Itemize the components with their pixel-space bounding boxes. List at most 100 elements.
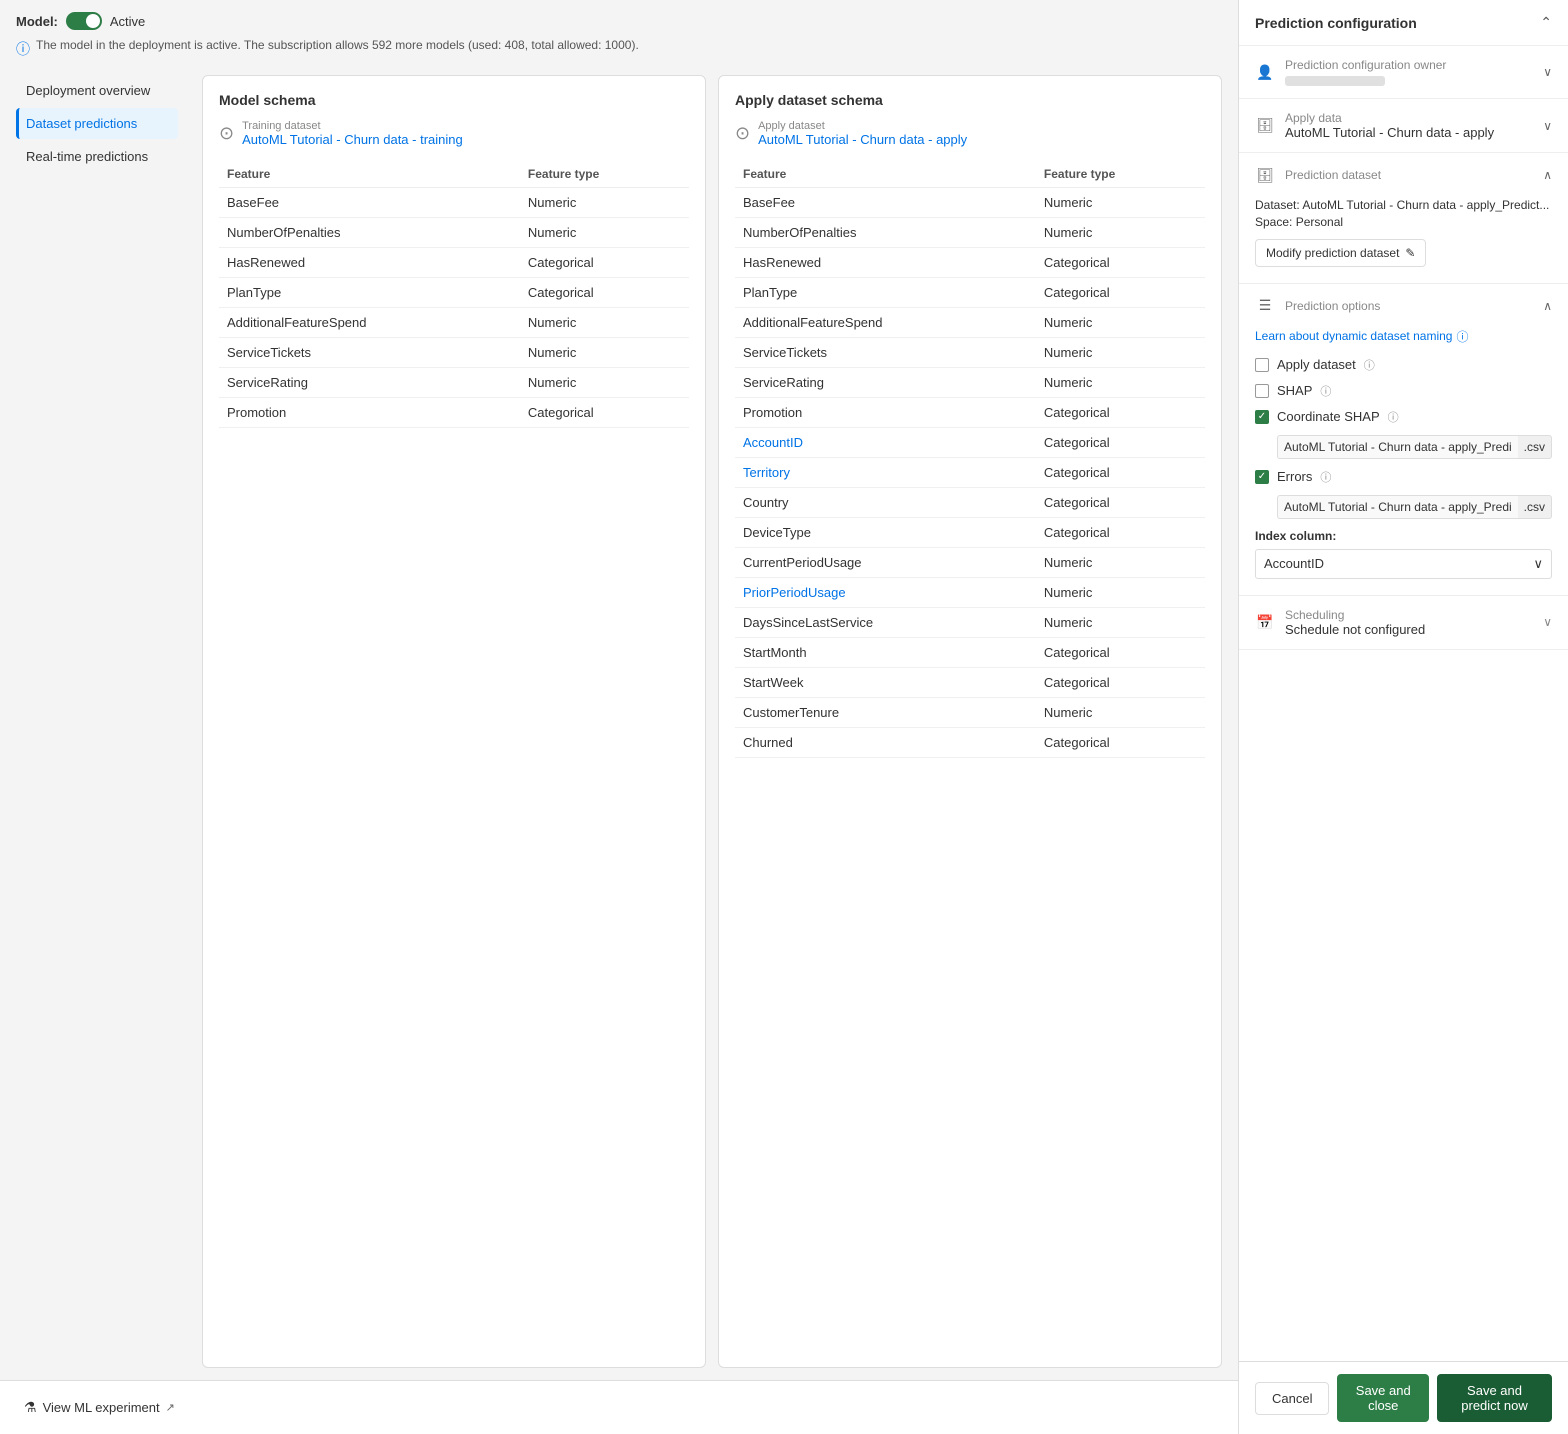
apply-dataset-label: Apply dataset: [758, 120, 967, 132]
errors-label: Errors: [1277, 469, 1312, 484]
apply-data-label: Apply data: [1285, 111, 1535, 125]
model-status: Active: [110, 14, 145, 29]
edit-icon: ✎: [1405, 246, 1415, 260]
feature-cell: ServiceRating: [219, 368, 520, 398]
table-row: CountryCategorical: [735, 488, 1205, 518]
shap-checkbox[interactable]: [1255, 384, 1269, 398]
coordinate-shap-input[interactable]: [1277, 435, 1518, 459]
view-experiment-button[interactable]: ⚗ View ML experiment ↗: [16, 1393, 183, 1422]
option-shap: SHAP ⓘ: [1255, 383, 1552, 399]
owner-section-header[interactable]: 👤 Prediction configuration owner ∨: [1239, 46, 1568, 98]
index-column-section: Index column: AccountID ∨: [1255, 529, 1552, 579]
errors-checkbox[interactable]: ✓: [1255, 470, 1269, 484]
type-cell: Numeric: [520, 218, 689, 248]
prediction-dataset-expanded: Dataset: AutoML Tutorial - Churn data - …: [1239, 197, 1568, 283]
table-row: PromotionCategorical: [219, 398, 689, 428]
scheduling-section: 📅 Scheduling Schedule not configured ∨: [1239, 596, 1568, 650]
coordinate-shap-checkbox[interactable]: ✓: [1255, 410, 1269, 424]
sidebar-item-real-time-predictions[interactable]: Real-time predictions: [16, 141, 178, 172]
apply-data-header[interactable]: 🗄 Apply data AutoML Tutorial - Churn dat…: [1239, 99, 1568, 152]
table-row: HasRenewedCategorical: [219, 248, 689, 278]
database-apply-icon: 🗄: [1255, 116, 1275, 136]
model-dataset-info: Training dataset AutoML Tutorial - Churn…: [242, 120, 463, 147]
table-row: StartMonthCategorical: [735, 638, 1205, 668]
feature-cell: AccountID: [735, 428, 1036, 458]
table-row: BaseFeeNumeric: [219, 188, 689, 218]
prediction-options-section: ☰ Prediction options ∧ Learn about dynam…: [1239, 284, 1568, 596]
option-coordinate-shap: ✓ Coordinate SHAP ⓘ: [1255, 409, 1552, 425]
owner-content: Prediction configuration owner: [1285, 58, 1535, 86]
sidebar-item-dataset-predictions[interactable]: Dataset predictions: [16, 108, 178, 139]
modify-prediction-dataset-button[interactable]: Modify prediction dataset ✎: [1255, 239, 1426, 267]
table-row: ServiceRatingNumeric: [219, 368, 689, 398]
table-row: ServiceTicketsNumeric: [735, 338, 1205, 368]
type-cell: Categorical: [1036, 638, 1205, 668]
type-cell: Categorical: [1036, 398, 1205, 428]
index-value: AccountID: [1264, 556, 1324, 571]
chevron-down-icon: ∨: [1533, 556, 1543, 572]
feature-cell: Promotion: [735, 398, 1036, 428]
flask-icon: ⚗: [24, 1399, 37, 1416]
table-row: BaseFeeNumeric: [735, 188, 1205, 218]
errors-input-row: .csv: [1277, 495, 1552, 519]
save-and-close-button[interactable]: Save and close: [1337, 1374, 1429, 1422]
info-bar: ⓘ The model in the deployment is active.…: [16, 38, 1222, 59]
model-status-bar: Model: Active: [16, 12, 1222, 30]
type-cell: Numeric: [1036, 218, 1205, 248]
apply-data-content: Apply data AutoML Tutorial - Churn data …: [1285, 111, 1535, 140]
apply-dataset-info-icon: ⓘ: [1364, 357, 1375, 373]
feature-cell: ServiceTickets: [219, 338, 520, 368]
options-icon: ☰: [1255, 296, 1275, 316]
type-cell: Numeric: [1036, 338, 1205, 368]
type-cell: Numeric: [520, 338, 689, 368]
model-toggle[interactable]: [66, 12, 102, 30]
type-cell: Categorical: [520, 398, 689, 428]
index-column-select[interactable]: AccountID ∨: [1255, 549, 1552, 579]
cancel-button[interactable]: Cancel: [1255, 1382, 1329, 1415]
bottom-bar: ⚗ View ML experiment ↗: [0, 1380, 1238, 1434]
table-row: PriorPeriodUsageNumeric: [735, 578, 1205, 608]
model-label: Model:: [16, 14, 58, 29]
save-and-predict-button[interactable]: Save and predict now: [1437, 1374, 1552, 1422]
table-row: ChurnedCategorical: [735, 728, 1205, 758]
table-row: PlanTypeCategorical: [219, 278, 689, 308]
scheduling-content: Scheduling Schedule not configured: [1285, 608, 1543, 637]
index-label: Index column:: [1255, 529, 1552, 543]
sidebar-item-deployment-overview[interactable]: Deployment overview: [16, 75, 178, 106]
type-cell: Categorical: [1036, 428, 1205, 458]
type-cell: Numeric: [1036, 608, 1205, 638]
table-row: AdditionalFeatureSpendNumeric: [735, 308, 1205, 338]
info-text: The model in the deployment is active. T…: [36, 38, 639, 52]
feature-cell: AdditionalFeatureSpend: [219, 308, 520, 338]
prediction-options-header[interactable]: ☰ Prediction options ∧: [1239, 284, 1568, 328]
collapse-icon[interactable]: ⌃: [1540, 14, 1552, 31]
feature-cell: Promotion: [219, 398, 520, 428]
prediction-dataset-header[interactable]: 🗄 Prediction dataset ∧: [1239, 153, 1568, 197]
person-icon: 👤: [1255, 62, 1275, 82]
model-col-type: Feature type: [520, 161, 689, 188]
prediction-dataset-label: Prediction dataset: [1285, 168, 1535, 182]
feature-cell: NumberOfPenalties: [219, 218, 520, 248]
learn-link[interactable]: Learn about dynamic dataset naming ⓘ: [1255, 328, 1552, 345]
feature-cell: CustomerTenure: [735, 698, 1036, 728]
apply-dataset-checkbox[interactable]: [1255, 358, 1269, 372]
table-row: NumberOfPenaltiesNumeric: [735, 218, 1205, 248]
type-cell: Numeric: [1036, 548, 1205, 578]
feature-cell: StartWeek: [735, 668, 1036, 698]
model-dataset-name: AutoML Tutorial - Churn data - training: [242, 132, 463, 147]
prediction-options-chevron: ∧: [1543, 299, 1552, 313]
feature-cell: ServiceTickets: [735, 338, 1036, 368]
feature-cell: BaseFee: [735, 188, 1036, 218]
feature-cell: BaseFee: [219, 188, 520, 218]
right-panel-header: Prediction configuration ⌃: [1239, 0, 1568, 46]
errors-input[interactable]: [1277, 495, 1518, 519]
spacer: [1239, 650, 1568, 1361]
table-row: AccountIDCategorical: [735, 428, 1205, 458]
feature-cell: CurrentPeriodUsage: [735, 548, 1036, 578]
apply-dataset-ref: ⊙ Apply dataset AutoML Tutorial - Churn …: [735, 120, 1205, 147]
sidebar-nav: Deployment overview Dataset predictions …: [16, 75, 186, 1380]
type-cell: Categorical: [1036, 458, 1205, 488]
owner-label: Prediction configuration owner: [1285, 58, 1535, 72]
feature-cell: PlanType: [735, 278, 1036, 308]
scheduling-chevron[interactable]: ∨: [1543, 615, 1552, 629]
